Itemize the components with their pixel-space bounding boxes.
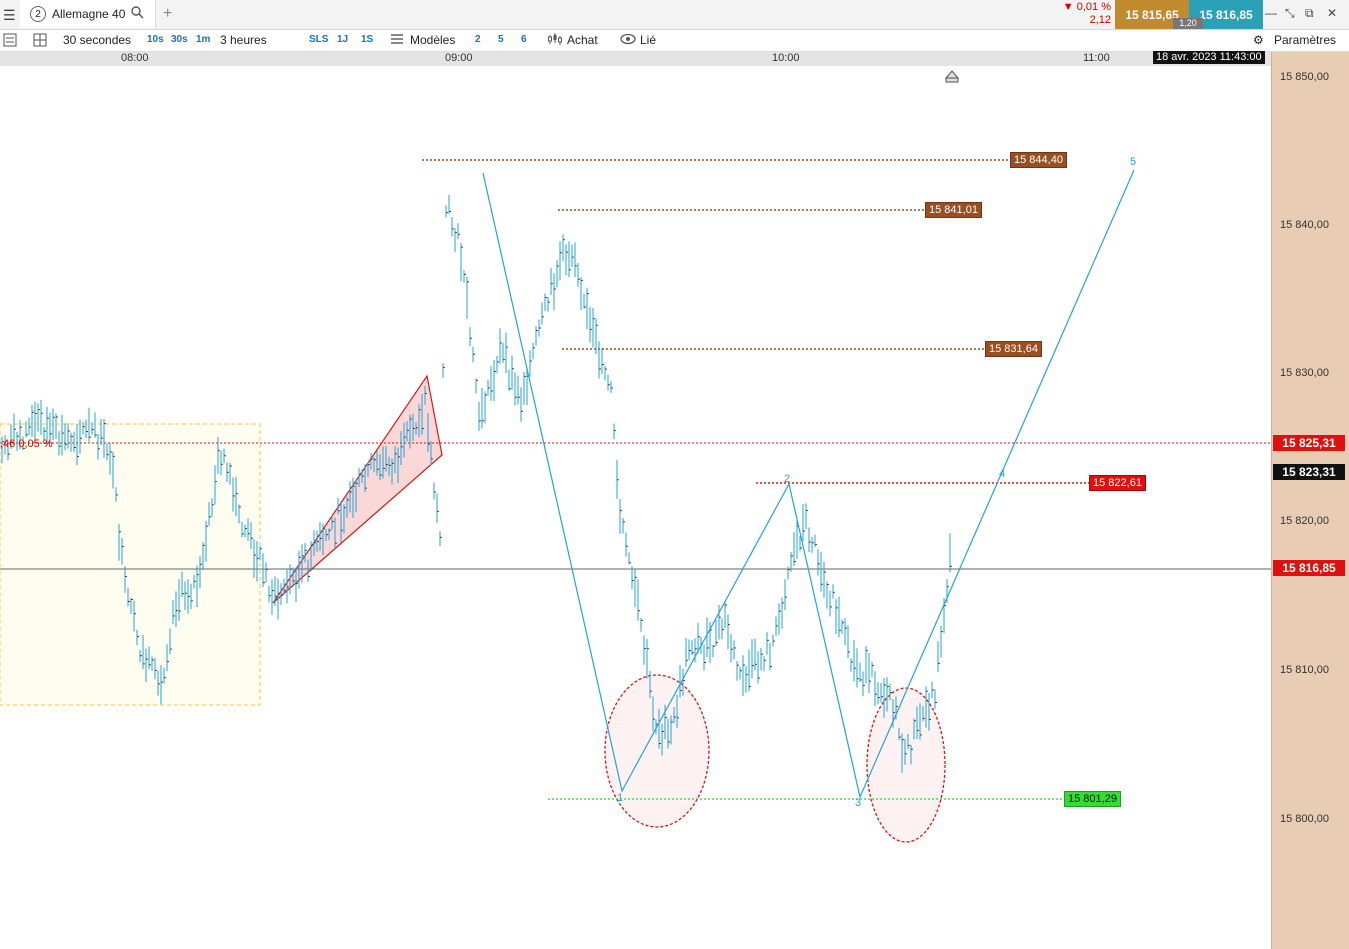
minimize-icon[interactable]: — <box>1265 6 1277 20</box>
price-tick: 15 850,00 <box>1280 71 1329 83</box>
chart-toolbar: 30 secondes 10s 30s 1m 3 heures SLS 1J 1… <box>0 30 1349 52</box>
chart-canvas[interactable] <box>0 66 1271 949</box>
range-sls-button[interactable]: SLS <box>309 34 328 45</box>
time-axis: 08:00 09:00 10:00 11:00 <box>0 52 1271 66</box>
change-block: ▼ 0,01 % 2,12 <box>1055 0 1115 29</box>
bottom-circle-2 <box>866 687 946 843</box>
popout-icon[interactable]: ⧉ <box>1305 6 1314 21</box>
tab-number-badge: 2 <box>30 6 46 22</box>
price-tick: 15 800,00 <box>1280 813 1329 825</box>
level-label-1[interactable]: 15 844,40 <box>1010 152 1067 168</box>
price-tick: 15 810,00 <box>1280 664 1329 676</box>
range-1j-button[interactable]: 1J <box>337 34 348 45</box>
interval-30s-button[interactable]: 30s <box>171 34 188 45</box>
price-tick: 15 820,00 <box>1280 515 1329 527</box>
close-icon[interactable]: ✕ <box>1327 6 1337 20</box>
interval-select[interactable]: 30 secondes <box>63 33 131 47</box>
spread-badge: 1,20 <box>1173 18 1203 29</box>
list-icon[interactable] <box>3 33 17 50</box>
wave-label-2: 2 <box>784 473 791 485</box>
layout-grid-icon[interactable] <box>33 33 47 50</box>
price-tick: 15 830,00 <box>1280 367 1329 379</box>
eye-icon[interactable] <box>620 33 636 48</box>
templates-icon[interactable] <box>390 33 404 48</box>
bottom-circle-1 <box>604 674 710 828</box>
linked-button[interactable]: Lié <box>640 33 656 47</box>
wave-label-5: 5 <box>1130 156 1137 168</box>
price-axis[interactable]: 15 850,00 15 840,00 15 830,00 15 820,00 … <box>1271 52 1349 949</box>
level-label-3[interactable]: 15 831,64 <box>985 341 1042 357</box>
settings-button[interactable]: Paramètres <box>1274 33 1336 47</box>
level-label-2[interactable]: 15 841,01 <box>925 202 982 218</box>
interval-10s-button[interactable]: 10s <box>147 34 164 45</box>
layout-5-button[interactable]: 5 <box>498 34 504 45</box>
quote-panel: ▼ 0,01 % 2,12 15 815,65 15 816,85 <box>1055 0 1263 29</box>
range-1s-button[interactable]: 1S <box>361 34 373 45</box>
layout-6-button[interactable]: 6 <box>521 34 527 45</box>
time-tick: 08:00 <box>121 52 149 64</box>
cursor-marker-icon <box>944 70 960 79</box>
tab-title: Allemagne 40 <box>52 7 126 21</box>
templates-button[interactable]: Modèles <box>410 33 455 47</box>
top-bar: ☰ 2 Allemagne 40 + ▼ 0,01 % 2,12 15 815,… <box>0 0 1349 30</box>
interval-1m-button[interactable]: 1m <box>196 34 210 45</box>
instrument-tab[interactable]: 2 Allemagne 40 <box>20 0 156 28</box>
time-tick: 11:00 <box>1083 52 1110 64</box>
change-absolute: 2,12 <box>1089 14 1111 26</box>
time-tick: 10:00 <box>772 52 800 64</box>
cursor-date-flag: 18 avr. 2023 11:43:00 <box>1153 51 1265 64</box>
restore-icon[interactable]: ⤡ <box>1285 6 1295 21</box>
wave-label-4: 4 <box>999 468 1006 480</box>
red-level-price-label: 15 825,31 <box>1273 435 1345 451</box>
current-price-label: 15 816,85 <box>1273 560 1345 576</box>
level-label-5[interactable]: 15 801,29 <box>1064 791 1121 807</box>
wave-label-3: 3 <box>855 797 862 809</box>
buy-icon[interactable] <box>547 33 563 48</box>
range-select[interactable]: 3 heures <box>220 33 267 47</box>
level-label-4[interactable]: 15 822,61 <box>1089 475 1146 491</box>
time-tick: 09:00 <box>445 52 473 64</box>
layout-2-button[interactable]: 2 <box>475 34 481 45</box>
search-icon[interactable] <box>131 6 144 22</box>
add-tab-icon[interactable]: + <box>163 5 172 23</box>
black-level-price-label: 15 823,31 <box>1273 464 1345 480</box>
wave-label-1: 1 <box>617 792 624 804</box>
change-percent: ▼ 0,01 % <box>1062 1 1111 13</box>
gear-icon[interactable]: ⚙ <box>1253 33 1264 47</box>
price-tick: 15 840,00 <box>1280 219 1329 231</box>
percent-annotation: ,46 0,05 % <box>0 438 53 450</box>
buy-button[interactable]: Achat <box>567 33 598 47</box>
menu-icon[interactable]: ☰ <box>3 7 16 24</box>
